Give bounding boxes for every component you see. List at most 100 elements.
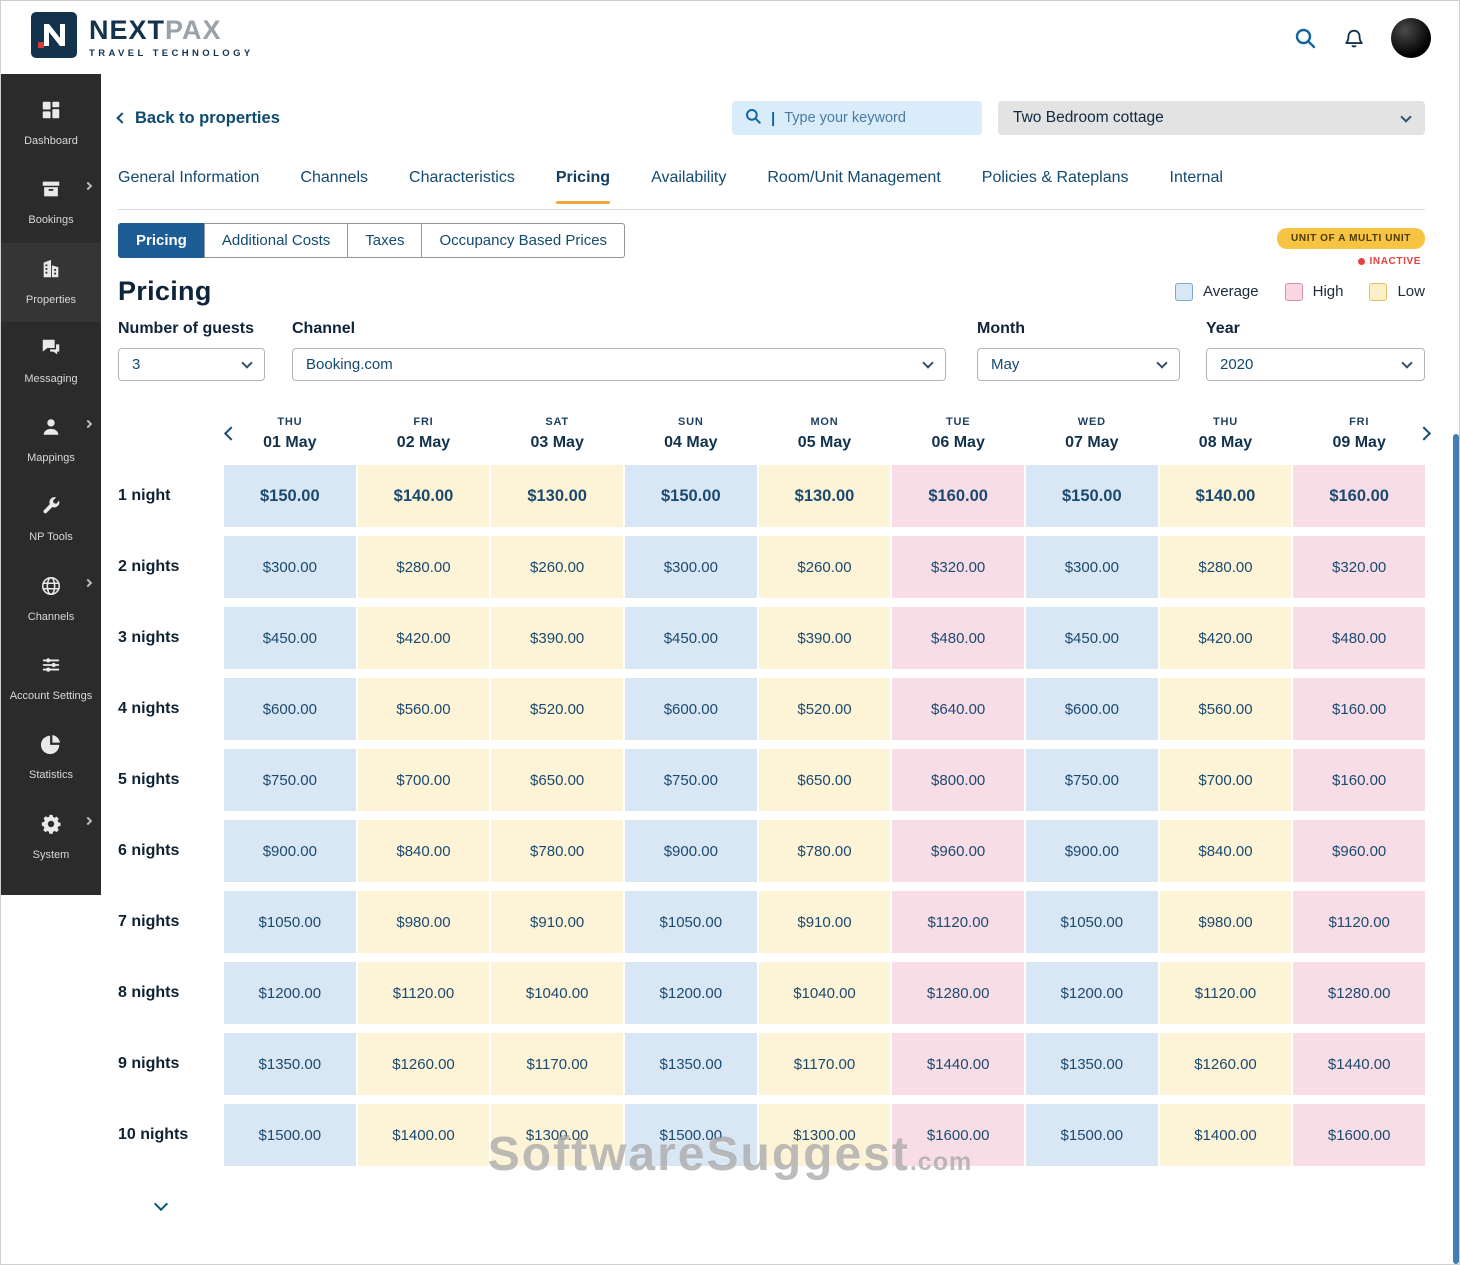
price-cell[interactable]: $1260.00: [358, 1033, 490, 1095]
price-cell[interactable]: $160.00: [1293, 678, 1425, 740]
price-cell[interactable]: $160.00: [1293, 465, 1425, 527]
tab-internal[interactable]: Internal: [1170, 169, 1223, 209]
subtab-additional-costs[interactable]: Additional Costs: [204, 223, 348, 258]
sidebar-item-account-settings[interactable]: Account Settings: [1, 639, 101, 718]
price-cell[interactable]: $520.00: [491, 678, 623, 740]
price-cell[interactable]: $980.00: [1160, 891, 1292, 953]
price-cell[interactable]: $420.00: [1160, 607, 1292, 669]
scrollbar-thumb[interactable]: [1453, 434, 1459, 1264]
price-cell[interactable]: $960.00: [1293, 820, 1425, 882]
subtab-pricing[interactable]: Pricing: [118, 223, 205, 258]
price-cell[interactable]: $650.00: [491, 749, 623, 811]
price-cell[interactable]: $750.00: [1026, 749, 1158, 811]
price-cell[interactable]: $480.00: [1293, 607, 1425, 669]
price-cell[interactable]: $1170.00: [491, 1033, 623, 1095]
price-cell[interactable]: $320.00: [1293, 536, 1425, 598]
tab-channels[interactable]: Channels: [300, 169, 368, 209]
channel-select[interactable]: Booking.com: [292, 348, 946, 381]
price-cell[interactable]: $1040.00: [491, 962, 623, 1024]
price-cell[interactable]: $390.00: [491, 607, 623, 669]
price-cell[interactable]: $1200.00: [625, 962, 757, 1024]
price-cell[interactable]: $150.00: [625, 465, 757, 527]
sidebar-item-np-tools[interactable]: NP Tools: [1, 480, 101, 559]
price-cell[interactable]: $1500.00: [625, 1104, 757, 1166]
price-cell[interactable]: $130.00: [491, 465, 623, 527]
price-cell[interactable]: $480.00: [892, 607, 1024, 669]
tab-characteristics[interactable]: Characteristics: [409, 169, 515, 209]
price-cell[interactable]: $1600.00: [1293, 1104, 1425, 1166]
tab-room-unit-management[interactable]: Room/Unit Management: [767, 169, 940, 209]
price-cell[interactable]: $160.00: [892, 465, 1024, 527]
price-cell[interactable]: $1050.00: [1026, 891, 1158, 953]
price-cell[interactable]: $150.00: [1026, 465, 1158, 527]
price-cell[interactable]: $300.00: [1026, 536, 1158, 598]
back-to-properties-link[interactable]: Back to properties: [118, 109, 280, 128]
price-cell[interactable]: $1300.00: [759, 1104, 891, 1166]
price-cell[interactable]: $1260.00: [1160, 1033, 1292, 1095]
sidebar-item-bookings[interactable]: Bookings: [1, 163, 101, 242]
price-cell[interactable]: $1050.00: [224, 891, 356, 953]
price-cell[interactable]: $560.00: [1160, 678, 1292, 740]
price-cell[interactable]: $700.00: [1160, 749, 1292, 811]
price-cell[interactable]: $640.00: [892, 678, 1024, 740]
price-cell[interactable]: $140.00: [358, 465, 490, 527]
tab-general-information[interactable]: General Information: [118, 169, 259, 209]
sidebar-item-system[interactable]: System: [1, 798, 101, 877]
price-cell[interactable]: $1120.00: [1160, 962, 1292, 1024]
search-icon[interactable]: [1293, 26, 1317, 50]
price-cell[interactable]: $130.00: [759, 465, 891, 527]
price-cell[interactable]: $960.00: [892, 820, 1024, 882]
next-dates-button[interactable]: [1415, 423, 1433, 446]
price-cell[interactable]: $300.00: [625, 536, 757, 598]
price-cell[interactable]: $520.00: [759, 678, 891, 740]
sidebar-item-channels[interactable]: Channels: [1, 560, 101, 639]
price-cell[interactable]: $1600.00: [892, 1104, 1024, 1166]
price-cell[interactable]: $1200.00: [224, 962, 356, 1024]
tab-policies-rateplans[interactable]: Policies & Rateplans: [982, 169, 1129, 209]
price-cell[interactable]: $140.00: [1160, 465, 1292, 527]
price-cell[interactable]: $600.00: [1026, 678, 1158, 740]
sidebar-item-properties[interactable]: Properties: [1, 243, 101, 322]
price-cell[interactable]: $980.00: [358, 891, 490, 953]
keyword-search-input[interactable]: [784, 110, 970, 126]
price-cell[interactable]: $320.00: [892, 536, 1024, 598]
property-selector[interactable]: Two Bedroom cottage: [998, 101, 1425, 135]
nextpax-logo[interactable]: NEXTPAX TRAVEL TECHNOLOGY: [31, 12, 254, 63]
price-cell[interactable]: $150.00: [224, 465, 356, 527]
price-cell[interactable]: $650.00: [759, 749, 891, 811]
price-cell[interactable]: $780.00: [491, 820, 623, 882]
subtab-occupancy-based-prices[interactable]: Occupancy Based Prices: [421, 223, 625, 258]
price-cell[interactable]: $1500.00: [224, 1104, 356, 1166]
price-cell[interactable]: $1300.00: [491, 1104, 623, 1166]
month-select[interactable]: May: [977, 348, 1180, 381]
price-cell[interactable]: $1050.00: [625, 891, 757, 953]
user-avatar[interactable]: [1391, 18, 1431, 58]
price-cell[interactable]: $600.00: [625, 678, 757, 740]
price-cell[interactable]: $900.00: [1026, 820, 1158, 882]
price-cell[interactable]: $910.00: [491, 891, 623, 953]
price-cell[interactable]: $1280.00: [1293, 962, 1425, 1024]
sidebar-item-dashboard[interactable]: Dashboard: [1, 84, 101, 163]
price-cell[interactable]: $1350.00: [224, 1033, 356, 1095]
price-cell[interactable]: $840.00: [358, 820, 490, 882]
price-cell[interactable]: $780.00: [759, 820, 891, 882]
year-select[interactable]: 2020: [1206, 348, 1425, 381]
price-cell[interactable]: $1280.00: [892, 962, 1024, 1024]
sidebar-item-messaging[interactable]: Messaging: [1, 322, 101, 401]
price-cell[interactable]: $300.00: [224, 536, 356, 598]
price-cell[interactable]: $1120.00: [358, 962, 490, 1024]
price-cell[interactable]: $1120.00: [1293, 891, 1425, 953]
subtab-taxes[interactable]: Taxes: [347, 223, 422, 258]
price-cell[interactable]: $750.00: [625, 749, 757, 811]
price-cell[interactable]: $1040.00: [759, 962, 891, 1024]
price-cell[interactable]: $280.00: [1160, 536, 1292, 598]
price-cell[interactable]: $390.00: [759, 607, 891, 669]
price-cell[interactable]: $420.00: [358, 607, 490, 669]
tab-availability[interactable]: Availability: [651, 169, 726, 209]
price-cell[interactable]: $450.00: [625, 607, 757, 669]
previous-dates-button[interactable]: [222, 423, 240, 446]
notifications-bell-icon[interactable]: [1343, 26, 1365, 50]
price-cell[interactable]: $1440.00: [892, 1033, 1024, 1095]
price-cell[interactable]: $840.00: [1160, 820, 1292, 882]
tab-pricing[interactable]: Pricing: [556, 169, 610, 209]
